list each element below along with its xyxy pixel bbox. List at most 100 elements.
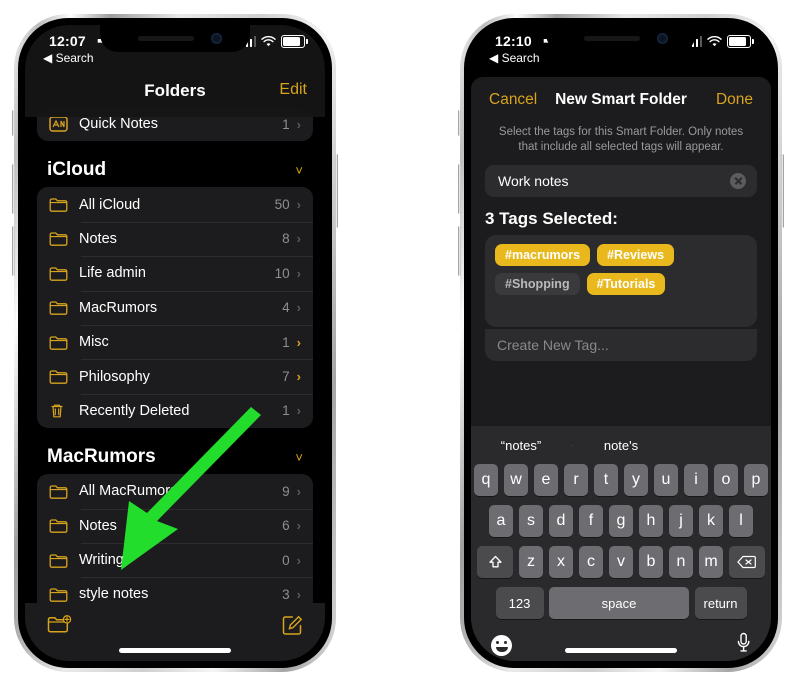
volume-down-button[interactable] <box>458 226 461 276</box>
table-row[interactable]: style notes 3 › <box>37 577 313 603</box>
key-w[interactable]: w <box>503 464 529 496</box>
section-header-macrumors[interactable]: MacRumors ˅ <box>25 446 325 474</box>
prediction-item[interactable]: “notes” <box>471 438 571 453</box>
notch <box>546 25 696 52</box>
volume-up-button[interactable] <box>12 164 15 214</box>
key-v[interactable]: v <box>608 546 634 578</box>
compose-icon[interactable] <box>282 615 303 641</box>
table-row[interactable]: Writing 0 › <box>37 542 313 577</box>
table-row[interactable]: Philosophy 7 › <box>37 359 313 393</box>
keyboard-row-1: q w e r t y u i o p <box>471 464 771 496</box>
status-time: 12:07 <box>49 33 86 49</box>
back-to-search-link[interactable]: ◀ Search <box>43 51 94 65</box>
power-button[interactable] <box>335 154 338 228</box>
home-indicator[interactable] <box>119 648 231 653</box>
front-camera <box>657 33 668 44</box>
key-a[interactable]: a <box>488 505 514 537</box>
tag-chip[interactable]: #Shopping <box>495 273 580 295</box>
space-key[interactable]: space <box>549 587 689 619</box>
key-y[interactable]: y <box>623 464 649 496</box>
right-phone-bezel: 12:10 ➨ ◀ Search Cancel New Smart Folder… <box>464 18 778 668</box>
key-j[interactable]: j <box>668 505 694 537</box>
key-e[interactable]: e <box>533 464 559 496</box>
table-row[interactable]: Misc 1 › <box>37 324 313 359</box>
return-key[interactable]: return <box>694 587 747 619</box>
key-m[interactable]: m <box>698 546 724 578</box>
key-d[interactable]: d <box>548 505 574 537</box>
row-count: 0 <box>282 552 290 568</box>
new-smart-folder-sheet: Cancel New Smart Folder Done Select the … <box>471 77 771 661</box>
key-p[interactable]: p <box>743 464 769 496</box>
section-header-icloud[interactable]: iCloud ˅ <box>25 159 325 187</box>
chevron-right-icon: › <box>296 334 301 350</box>
edit-button[interactable]: Edit <box>279 81 307 99</box>
key-h[interactable]: h <box>638 505 664 537</box>
row-label: All MacRumors <box>79 483 178 500</box>
new-folder-button[interactable] <box>47 615 72 641</box>
sheet-toolbar: Cancel New Smart Folder Done <box>471 77 771 121</box>
done-button[interactable]: Done <box>716 91 753 109</box>
table-row[interactable]: MacRumors 4 › <box>37 290 313 325</box>
mute-switch[interactable] <box>458 110 461 136</box>
chevron-right-icon: › <box>296 265 301 281</box>
table-row[interactable]: All MacRumors 9 › <box>37 474 313 508</box>
table-row[interactable]: Recently Deleted 1 › <box>37 393 313 428</box>
section-icloud: iCloud ˅ All iCloud 50 › Notes 8 › Life … <box>25 159 325 429</box>
tag-chip[interactable]: #macrumors <box>495 244 591 266</box>
quick-note-icon <box>49 116 75 132</box>
table-row[interactable]: Life admin 10 › <box>37 256 313 290</box>
key-q[interactable]: q <box>473 464 499 496</box>
key-i[interactable]: i <box>683 464 709 496</box>
backspace-icon[interactable] <box>728 546 765 578</box>
tag-picker: #macrumors #Reviews #Shopping #Tutorials <box>485 235 757 327</box>
key-f[interactable]: f <box>578 505 604 537</box>
mute-switch[interactable] <box>12 110 15 136</box>
row-label: Recently Deleted <box>79 402 190 419</box>
key-o[interactable]: o <box>713 464 739 496</box>
key-x[interactable]: x <box>548 546 574 578</box>
key-b[interactable]: b <box>638 546 664 578</box>
table-row[interactable]: Notes 8 › <box>37 221 313 256</box>
volume-up-button[interactable] <box>458 164 461 214</box>
earpiece-speaker <box>138 36 194 41</box>
status-indicators <box>241 35 308 48</box>
prediction-item[interactable]: note's <box>571 438 671 453</box>
front-camera <box>211 33 222 44</box>
folder-name-input[interactable]: Work notes <box>485 165 757 197</box>
key-r[interactable]: r <box>563 464 589 496</box>
left-phone-screen: Quick Notes 1 › iCloud ˅ All iCloud 50 › <box>25 25 325 661</box>
power-button[interactable] <box>781 154 784 228</box>
folder-icon <box>49 231 75 247</box>
key-k[interactable]: k <box>698 505 724 537</box>
emoji-icon[interactable] <box>491 634 512 656</box>
create-new-tag-input[interactable]: Create New Tag... <box>485 329 757 361</box>
key-s[interactable]: s <box>518 505 544 537</box>
back-to-search-link[interactable]: ◀ Search <box>489 51 540 65</box>
clear-text-icon[interactable] <box>730 173 746 189</box>
chevron-right-icon: › <box>296 231 301 247</box>
chevron-down-icon[interactable]: ˅ <box>295 450 303 465</box>
key-c[interactable]: c <box>578 546 604 578</box>
key-l[interactable]: l <box>728 505 754 537</box>
key-u[interactable]: u <box>653 464 679 496</box>
key-g[interactable]: g <box>608 505 634 537</box>
key-z[interactable]: z <box>518 546 544 578</box>
numbers-key[interactable]: 123 <box>495 587 544 619</box>
chevron-right-icon: › <box>296 116 301 132</box>
home-indicator[interactable] <box>565 648 677 653</box>
tag-chip[interactable]: #Tutorials <box>586 273 666 295</box>
row-count: 10 <box>274 265 290 281</box>
table-row[interactable]: Notes 6 › <box>37 508 313 543</box>
volume-down-button[interactable] <box>12 226 15 276</box>
row-label: style notes <box>79 586 149 603</box>
tag-chip[interactable]: #Reviews <box>597 244 675 266</box>
table-row[interactable]: All iCloud 50 › <box>37 187 313 221</box>
microphone-icon[interactable] <box>736 632 751 658</box>
key-t[interactable]: t <box>593 464 619 496</box>
chevron-down-icon[interactable]: ˅ <box>295 163 303 178</box>
left-phone-bezel: Quick Notes 1 › iCloud ˅ All iCloud 50 › <box>18 18 332 668</box>
battery-icon <box>727 35 754 48</box>
shift-icon[interactable] <box>477 546 514 578</box>
row-label: Notes <box>79 517 117 534</box>
key-n[interactable]: n <box>668 546 694 578</box>
